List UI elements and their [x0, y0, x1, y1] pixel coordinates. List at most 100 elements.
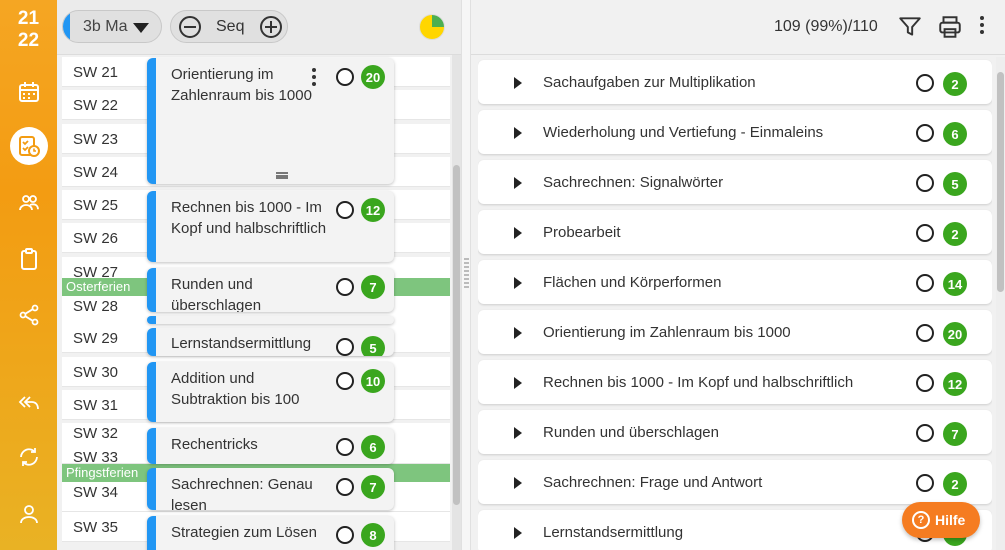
right-scrollbar[interactable]: [996, 57, 1005, 550]
topic-radio[interactable]: [916, 274, 934, 292]
sidebar: 21 22: [0, 0, 57, 550]
card-radio[interactable]: [336, 68, 354, 86]
topic-label: Flächen und Körperformen: [543, 274, 722, 291]
topic-row[interactable]: Runden und überschlagen 7: [478, 410, 992, 454]
lesson-count-badge: 12: [361, 198, 385, 222]
expand-arrow-icon[interactable]: [514, 177, 522, 189]
lesson-count-badge: 5: [943, 172, 967, 196]
class-select[interactable]: 3b Ma: [62, 10, 162, 43]
calendar-icon[interactable]: [10, 73, 48, 111]
topic-label: Rechnen bis 1000 - Im Kopf und halbschri…: [543, 374, 854, 391]
user-icon[interactable]: [10, 495, 48, 533]
card-radio[interactable]: [336, 438, 354, 456]
lesson-count-badge: 7: [943, 422, 967, 446]
lesson-count-badge: 2: [943, 222, 967, 246]
filter-icon[interactable]: [897, 14, 923, 40]
lesson-count-badge: 20: [943, 322, 967, 346]
topic-radio[interactable]: [916, 424, 934, 442]
topic-radio[interactable]: [916, 324, 934, 342]
question-icon: ?: [912, 511, 930, 529]
card-radio[interactable]: [336, 278, 354, 296]
topic-label: Orientierung im Zahlenraum bis 1000: [543, 324, 791, 341]
sequence-stepper: Seq: [170, 10, 288, 43]
minus-circle-icon[interactable]: [179, 16, 201, 38]
card-radio[interactable]: [336, 478, 354, 496]
topic-row[interactable]: Probearbeit 2: [478, 210, 992, 254]
sequence-card[interactable]: Addition und Subtraktion bis 100 10: [147, 362, 394, 422]
panel-splitter[interactable]: [461, 0, 471, 550]
class-select-label: 3b Ma: [83, 18, 128, 35]
card-radio[interactable]: [336, 372, 354, 390]
topic-row[interactable]: Sachrechnen: Frage und Antwort 2: [478, 460, 992, 504]
sync-icon[interactable]: [10, 438, 48, 476]
expand-arrow-icon[interactable]: [514, 227, 522, 239]
left-scrollbar[interactable]: [452, 55, 461, 550]
card-title: Lernstandsermittlung: [171, 335, 312, 352]
lesson-count-badge: 2: [943, 472, 967, 496]
expand-arrow-icon[interactable]: [514, 477, 522, 489]
lesson-count-badge: 10: [361, 369, 385, 393]
sequence-card[interactable]: Orientierung im Zahlenraum bis 1000 20: [147, 58, 394, 184]
scrollbar-thumb[interactable]: [997, 72, 1004, 292]
drag-grip-icon[interactable]: [464, 258, 469, 288]
card-radio[interactable]: [336, 201, 354, 219]
card-radio[interactable]: [336, 526, 354, 544]
card-title: Addition und Subtraktion bis 100: [171, 370, 300, 408]
lesson-count-badge: 8: [361, 523, 385, 547]
more-vert-icon[interactable]: [979, 16, 985, 38]
topic-radio[interactable]: [916, 474, 934, 492]
card-radio[interactable]: [336, 338, 354, 356]
expand-arrow-icon[interactable]: [514, 277, 522, 289]
topic-row[interactable]: Rechnen bis 1000 - Im Kopf und halbschri…: [478, 360, 992, 404]
topic-radio[interactable]: [916, 224, 934, 242]
topic-row[interactable]: Sachrechnen: Signalwörter 5: [478, 160, 992, 204]
topic-label: Wiederholung und Vertiefung - Einmaleins: [543, 124, 824, 141]
expand-arrow-icon[interactable]: [514, 327, 522, 339]
resize-handle-icon[interactable]: [276, 172, 288, 179]
sequence-card[interactable]: Runden und überschlagen 7: [147, 268, 394, 312]
topic-row[interactable]: Sachaufgaben zur Multiplikation 2: [478, 60, 992, 104]
expand-arrow-icon[interactable]: [514, 527, 522, 539]
topic-label: Lernstandsermittlung: [543, 524, 684, 541]
sequence-card[interactable]: Sachrechnen: Genau lesen 7: [147, 468, 394, 510]
sequence-card[interactable]: Rechnen bis 1000 - Im Kopf und halbschri…: [147, 191, 394, 262]
sequence-card[interactable]: Strategien zum Lösen 8: [147, 516, 394, 550]
card-title: Rechentricks: [171, 436, 258, 453]
topic-radio[interactable]: [916, 124, 934, 142]
expand-arrow-icon[interactable]: [514, 377, 522, 389]
people-icon[interactable]: [10, 184, 48, 222]
expand-arrow-icon[interactable]: [514, 427, 522, 439]
topic-label: Sachrechnen: Signalwörter: [543, 174, 724, 191]
clipboard-icon[interactable]: [10, 240, 48, 278]
scrollbar-thumb[interactable]: [453, 165, 460, 505]
topic-row[interactable]: Wiederholung und Vertiefung - Einmaleins…: [478, 110, 992, 154]
class-color-bar: [63, 11, 70, 42]
share-icon[interactable]: [10, 296, 48, 334]
left-toolbar: 3b Ma Seq: [57, 0, 461, 55]
school-year: 21 22: [17, 8, 40, 51]
checklist-clock-icon[interactable]: [10, 127, 48, 165]
sequence-card[interactable]: Rechentricks 6: [147, 428, 394, 464]
card-title: Orientierung im Zahlenraum bis 1000: [171, 66, 312, 104]
more-vert-icon[interactable]: [311, 68, 317, 88]
reply-all-icon[interactable]: [10, 383, 48, 421]
topic-radio[interactable]: [916, 374, 934, 392]
topic-label: Sachaufgaben zur Multiplikation: [543, 74, 756, 91]
topic-label: Runden und überschlagen: [543, 424, 719, 441]
topic-radio[interactable]: [916, 174, 934, 192]
lesson-count-badge: 7: [361, 475, 385, 499]
topic-row[interactable]: Flächen und Körperformen 14: [478, 260, 992, 304]
lesson-count-badge: 6: [943, 122, 967, 146]
topic-row[interactable]: Orientierung im Zahlenraum bis 1000 20: [478, 310, 992, 354]
card-title: Strategien zum Lösen: [171, 524, 317, 541]
progress-pie-icon[interactable]: [419, 14, 445, 40]
print-icon[interactable]: [937, 14, 963, 40]
sequence-card[interactable]: Lernstandsermittlung 5: [147, 328, 394, 356]
expand-arrow-icon[interactable]: [514, 77, 522, 89]
sequence-card-collapsed[interactable]: [147, 316, 394, 324]
help-button[interactable]: ? Hilfe: [902, 502, 980, 538]
expand-arrow-icon[interactable]: [514, 127, 522, 139]
card-title: Rechnen bis 1000 - Im Kopf und halbschri…: [171, 199, 327, 237]
topic-radio[interactable]: [916, 74, 934, 92]
plus-circle-icon[interactable]: [260, 16, 282, 38]
